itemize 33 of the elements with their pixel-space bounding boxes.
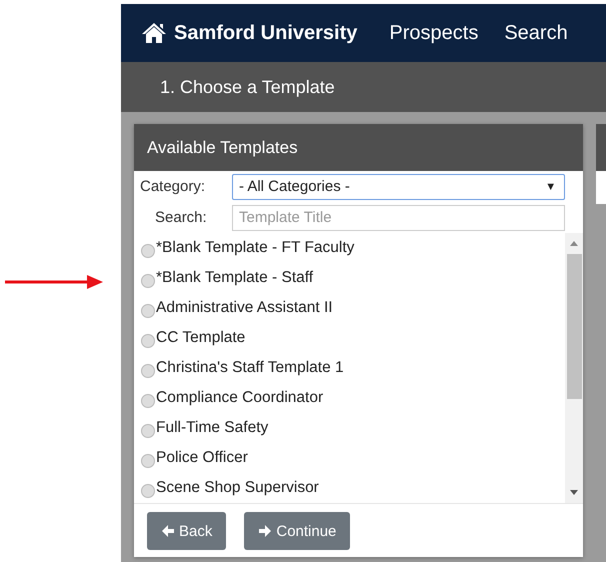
search-label: Search: [154,209,208,226]
template-option[interactable]: *Blank Template - FT Faculty [156,239,354,257]
continue-button[interactable]: Continue [244,512,350,550]
arrow-left-icon [161,524,175,538]
panel-title: Available Templates [147,138,298,158]
template-option[interactable]: Police Officer [156,449,248,467]
category-select[interactable]: - All Categories - ▼ [232,174,566,200]
radio-button[interactable] [141,304,155,318]
template-option[interactable]: Compliance Coordinator [156,389,324,407]
scrollbar[interactable] [565,233,584,503]
template-option[interactable]: *Blank Template - Staff [156,269,314,287]
radio-button[interactable] [141,484,155,498]
nav-link[interactable]: Search [504,22,568,44]
template-option[interactable]: Administrative Assistant II [156,299,333,317]
back-button[interactable]: Back [147,512,226,550]
radio-button[interactable] [141,334,155,348]
step-title: 1. Choose a Template [160,76,335,98]
radio-button[interactable] [141,454,155,468]
template-option[interactable]: Full-Time Safety [156,419,268,437]
radio-button[interactable] [141,244,155,258]
radio-button[interactable] [141,274,155,288]
arrow-right-icon [258,524,272,538]
radio-button[interactable] [141,424,155,438]
brand-link[interactable]: Samford University [174,22,358,44]
search-field[interactable]: Template Title [232,204,566,230]
radio-button[interactable] [141,364,155,378]
template-option[interactable]: Scene Shop Supervisor [156,479,319,497]
home-icon[interactable] [141,22,167,44]
template-option[interactable]: Christina's Staff Template 1 [156,359,344,377]
category-label: Category: [140,178,206,195]
radio-button[interactable] [141,394,155,408]
nav-link[interactable]: Prospects [389,22,478,44]
template-option[interactable]: CC Template [156,329,246,347]
